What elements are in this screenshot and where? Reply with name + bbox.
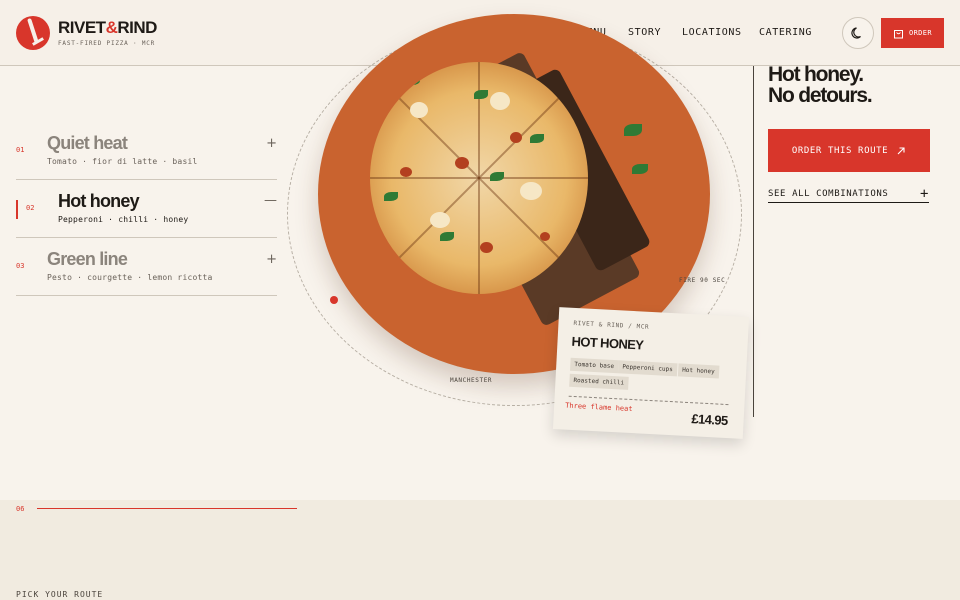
ticket-price: £14.95 [691, 411, 729, 429]
brand-name-b: RIND [117, 18, 157, 37]
see-all-combinations-link[interactable]: SEE ALL COMBINATIONS + [768, 186, 929, 203]
brand-name-a: RIVET [58, 18, 106, 37]
brand-name-amp: & [105, 18, 118, 37]
pizza-image [370, 62, 588, 294]
menu-item-title: Green line [47, 249, 128, 269]
basil-garnish [632, 164, 648, 174]
pepperoni [455, 157, 469, 169]
order-button-label: ORDER [908, 29, 933, 37]
order-button[interactable]: ORDER [881, 18, 944, 48]
basil-leaf [440, 232, 454, 241]
pepperoni [510, 132, 522, 143]
heat-note: Three flame heat [564, 401, 633, 414]
menu-item-title: Quiet heat [47, 133, 128, 153]
see-all-label: SEE ALL COMBINATIONS [768, 189, 889, 199]
theme-toggle-button[interactable] [842, 17, 874, 49]
nav-catering[interactable]: CATERING [759, 27, 812, 38]
expand-icon[interactable]: + [266, 136, 277, 151]
basil-leaf [490, 172, 504, 181]
order-route-label: ORDER THIS ROUTE [791, 145, 889, 156]
plus-icon: + [919, 186, 929, 202]
menu-item-number: 03 [16, 262, 25, 270]
menu-item-hot-honey[interactable]: 02 Hot honey Pepperoni · chilli · honey … [16, 180, 277, 238]
lower-section [0, 500, 960, 600]
pepperoni [480, 242, 493, 253]
moon-icon [851, 27, 861, 39]
menu-item-ingredients: Pepperoni · chilli · honey [58, 215, 189, 224]
basil-leaf [474, 90, 488, 99]
mozzarella [430, 212, 450, 228]
expand-icon[interactable]: + [266, 252, 277, 267]
pepperoni [400, 167, 412, 177]
ingredient-chip: Pepperoni cups [617, 360, 678, 377]
mozzarella [410, 102, 428, 118]
menu-item-quiet-heat[interactable]: 01 Quiet heat Tomato · fior di latte · b… [16, 122, 277, 180]
menu-item-ingredients: Pesto · courgette · lemon ricotta [47, 273, 213, 282]
detail-column [753, 66, 960, 417]
menu-item-number: 01 [16, 146, 25, 154]
ticket-title: HOT HONEY [571, 333, 644, 353]
orbit-marker[interactable] [330, 296, 338, 304]
basil-leaf [384, 192, 398, 201]
brand-name[interactable]: RIVET&RIND [58, 18, 157, 38]
order-route-button[interactable]: ORDER THIS ROUTE [768, 129, 930, 172]
mozzarella [490, 92, 510, 110]
logo-mark-icon[interactable] [16, 16, 50, 50]
nav-story[interactable]: STORY [628, 27, 661, 38]
orbit-label-city: MANCHESTER [450, 377, 493, 384]
arrow-up-right-icon [897, 146, 905, 154]
menu-item-ingredients: Tomato · fior di latte · basil [47, 157, 198, 166]
section-number: 06 [16, 505, 25, 513]
ingredient-chip: Hot honey [677, 363, 719, 379]
mozzarella [520, 182, 542, 200]
menu-item-green-line[interactable]: 03 Green line Pesto · courgette · lemon … [16, 238, 277, 296]
menu-item-title: Hot honey [58, 191, 140, 211]
active-indicator [16, 200, 18, 219]
order-ticket-card: RIVET & RIND / MCR HOT HONEY Tomato base… [552, 307, 750, 439]
menu-item-number: 02 [26, 204, 35, 212]
ingredient-chip: Roasted chilli [569, 373, 629, 390]
hero-headline: Hot honey. No detours. [768, 63, 873, 107]
ingredient-chip: Tomato base [570, 357, 619, 374]
basil-garnish [624, 124, 642, 136]
nav-locations[interactable]: LOCATIONS [682, 27, 742, 38]
basil-leaf [530, 134, 544, 143]
brand-tagline: FAST-FIRED PIZZA · MCR [58, 40, 156, 47]
hero-headline-line1: Hot honey. [768, 63, 864, 86]
pepperoni [540, 232, 550, 241]
ticket-header: RIVET & RIND / MCR [573, 319, 650, 331]
section-rule [37, 508, 297, 509]
collapse-icon[interactable]: — [264, 193, 277, 208]
section-label: PICK YOUR ROUTE [16, 590, 104, 599]
orbit-label-fire: FIRE 90 SEC [679, 277, 726, 284]
hero-headline-line2: No detours. [768, 84, 873, 107]
bag-icon [893, 29, 903, 38]
basil-leaf [406, 76, 420, 85]
